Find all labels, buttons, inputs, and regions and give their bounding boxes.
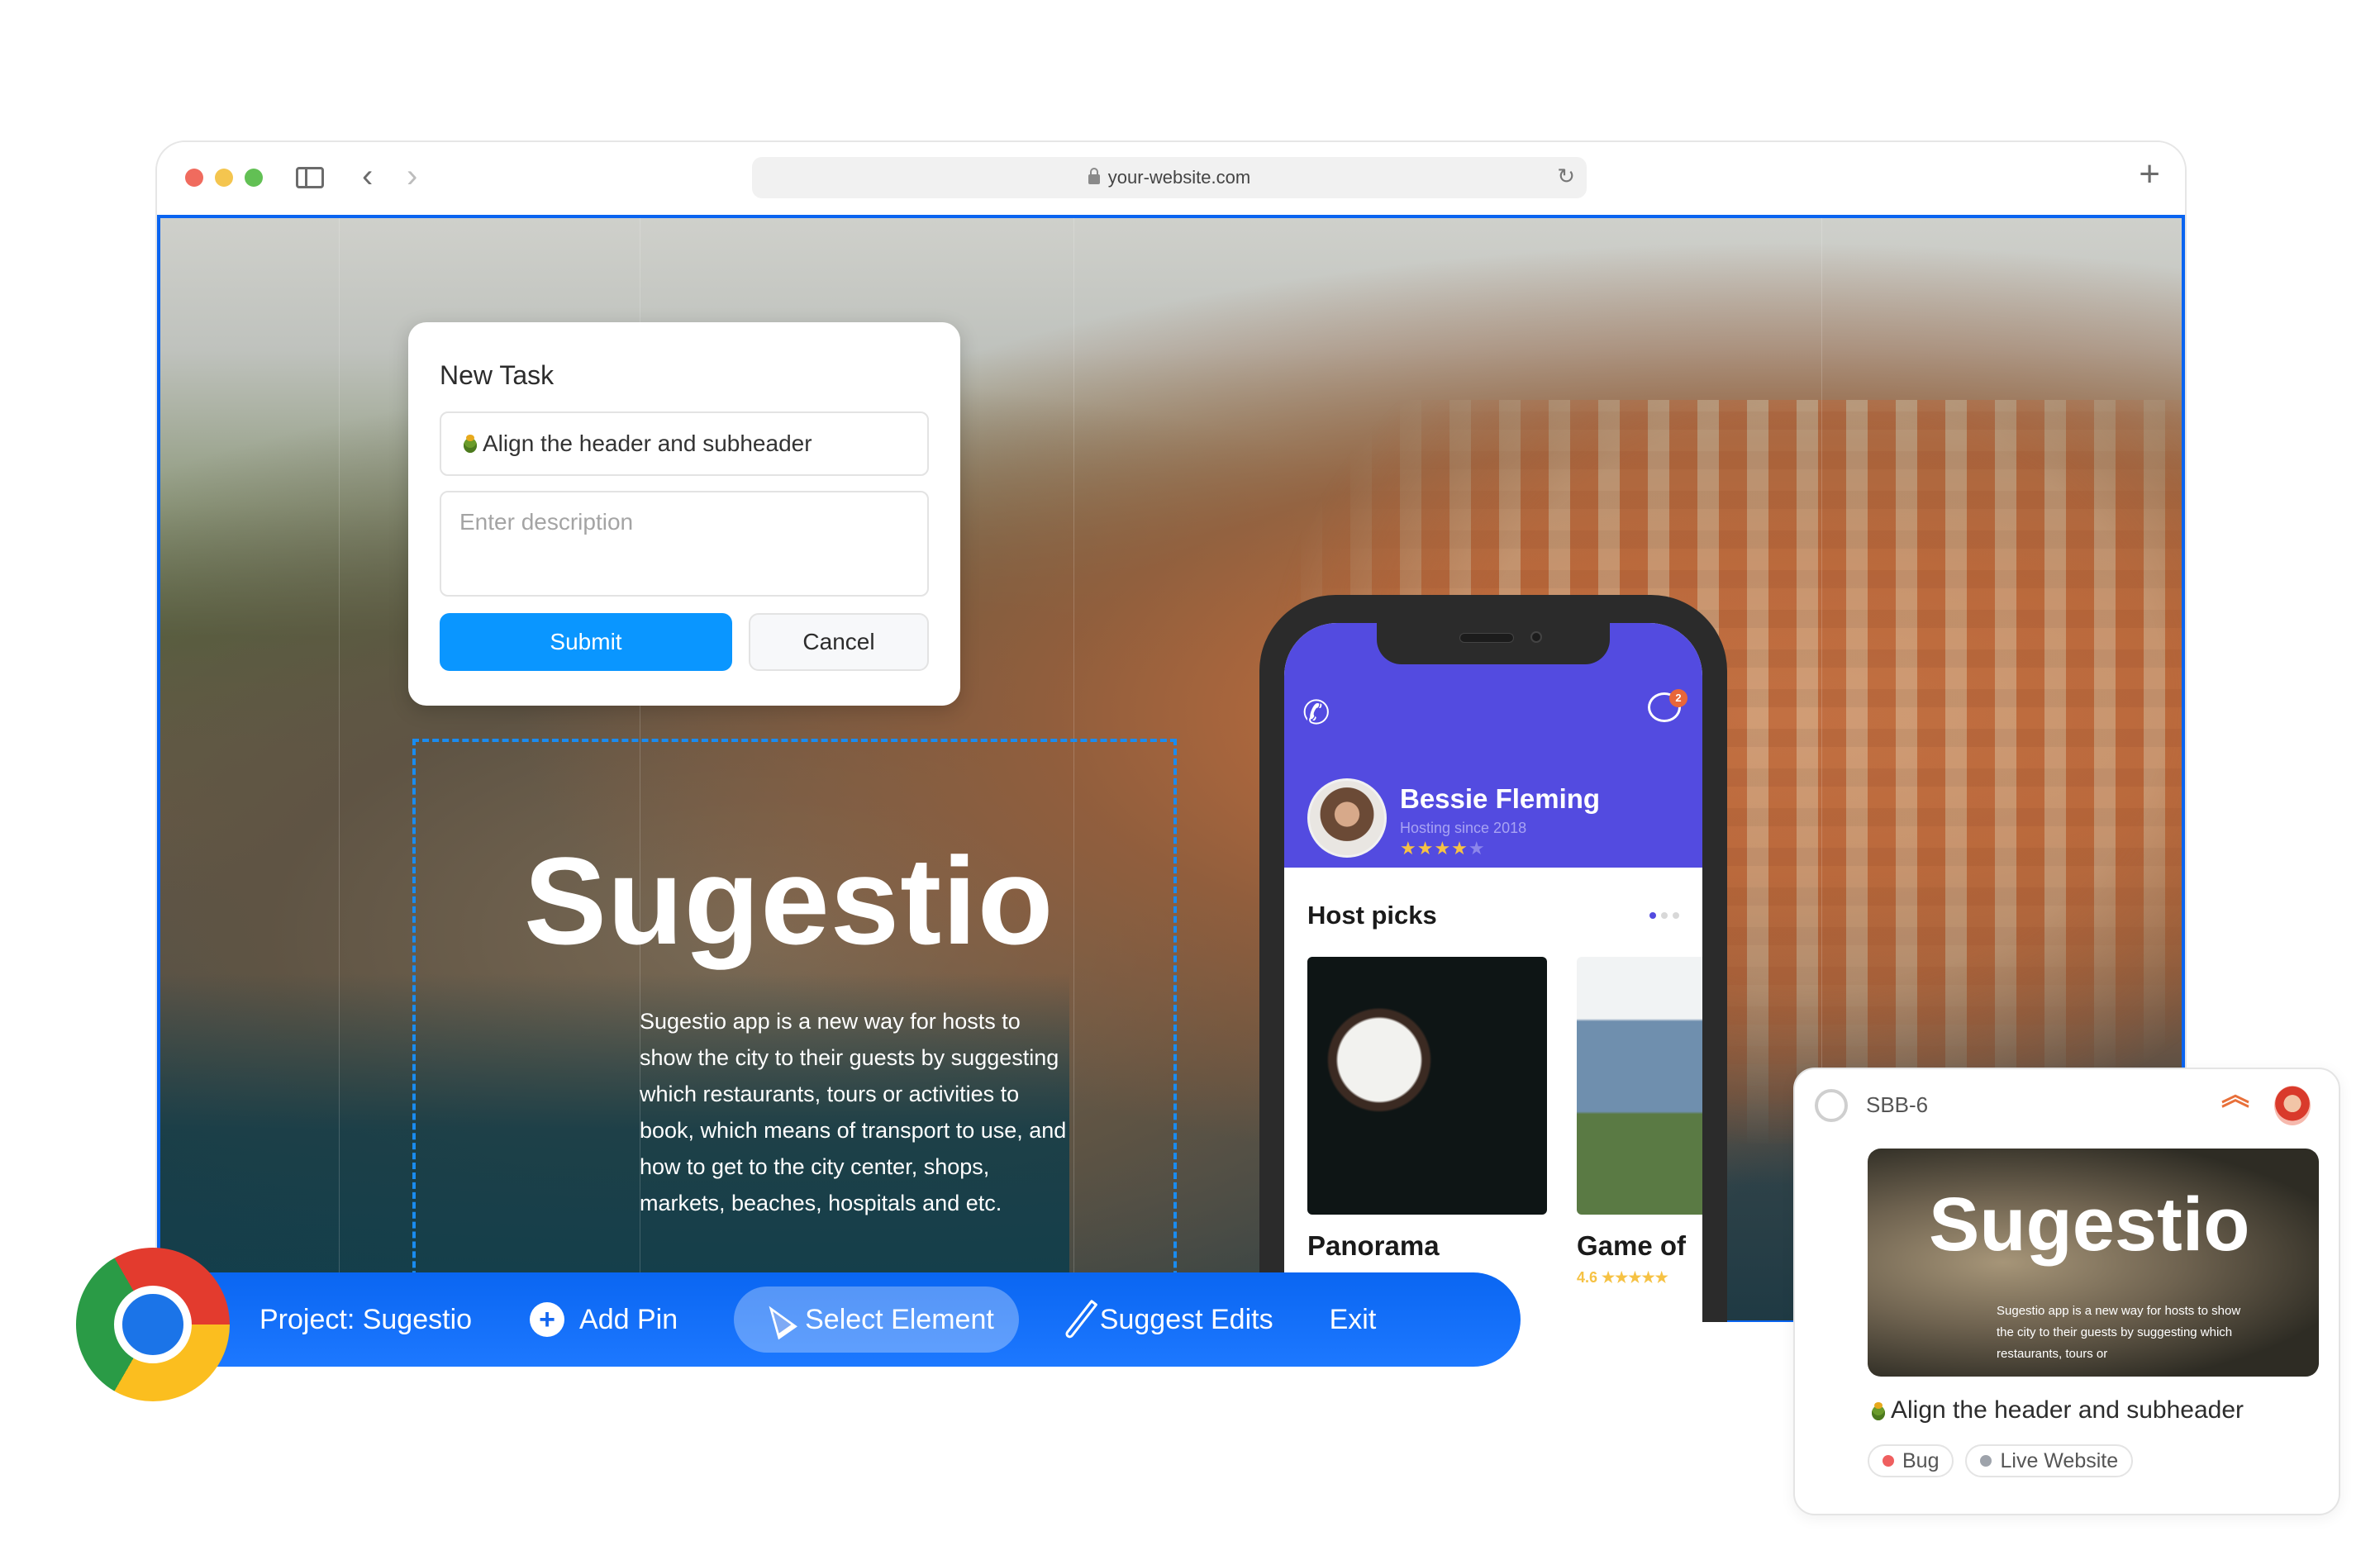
select-element-label: Select Element [805,1303,994,1335]
close-window-button[interactable] [185,169,203,187]
pick-image-restaurant[interactable] [1307,957,1547,1215]
project-name: Project: Sugestio [259,1303,473,1335]
sidebar-toggle-icon[interactable] [296,167,324,188]
chevron-right-icon[interactable]: › [407,155,417,197]
tag-color-dot [1883,1455,1894,1467]
task-description-input[interactable] [440,491,929,597]
lock-icon [1088,168,1100,184]
pagination-dot[interactable] [1673,912,1679,919]
tag-label: Bug [1902,1448,1940,1472]
pick-title[interactable]: Panorama [1307,1230,1440,1262]
host-picks-title: Host picks [1307,901,1437,930]
pick-rating: 4.6 ★★★★★ [1577,1269,1668,1287]
carousel-pagination[interactable] [1649,912,1679,919]
chrome-logo-icon [76,1248,230,1401]
tag-color-dot [1980,1455,1992,1467]
reload-icon[interactable]: ↻ [1557,164,1575,189]
project-label[interactable]: Project: Sugestio [259,1304,472,1336]
tag-bug[interactable]: Bug [1868,1444,1954,1477]
star-icon: ★★★★★ [1602,1269,1668,1286]
submit-button[interactable]: Submit [440,613,732,671]
exit-label: Exit [1329,1303,1377,1335]
task-card[interactable]: SBB-6 ︽ Sugestio Sugestio app is a new w… [1793,1068,2340,1515]
exit-button[interactable]: Exit [1330,1304,1377,1336]
address-bar[interactable]: your-website.com ↻ [752,157,1587,198]
thumbnail-title: Sugestio [1929,1182,2250,1267]
new-tab-button[interactable]: + [2139,154,2160,195]
host-rating: ★★★★★ [1400,838,1486,859]
plus-circle-icon: + [530,1302,565,1337]
task-name-value: Align the header and subheader [483,430,812,456]
priority-high-icon: ︽ [2221,1080,2249,1111]
camera-icon [1530,631,1542,643]
hero-description: Sugestio app is a new way for hosts to s… [640,1009,1067,1215]
browser-toolbar: ‹ › your-website.com ↻ + [157,142,2185,216]
extension-toolbar: Project: Sugestio + Add Pin Select Eleme… [190,1272,1521,1367]
phone-mockup: ✆ 2 Bessie Fleming Hosting since 2018 ★★… [1259,595,1727,1322]
tag-label: Live Website [2000,1448,2119,1472]
pick-title[interactable]: Game of [1577,1230,1686,1262]
cursor-arrow-icon [759,1299,798,1340]
host-name: Bessie Fleming [1400,783,1601,814]
task-title-text: Align the header and subheader [1891,1396,2244,1424]
phone-notch [1377,623,1610,664]
suggest-edits-label: Suggest Edits [1099,1303,1273,1335]
status-checkbox[interactable] [1815,1089,1848,1122]
pick-image-coast[interactable] [1577,957,1702,1215]
message-count-badge: 2 [1669,689,1687,707]
select-element-button[interactable]: Select Element [734,1287,1019,1353]
task-name-input[interactable]: Align the header and subheader [440,411,929,476]
phone-icon[interactable]: ✆ [1302,694,1330,732]
add-pin-button[interactable]: + Add Pin [530,1302,678,1337]
task-id: SBB-6 [1866,1092,1929,1117]
bug-icon [1868,1401,1889,1422]
task-title: Align the header and subheader [1868,1396,2244,1424]
star-icon-empty: ★ [1468,838,1486,858]
phone-screen: ✆ 2 Bessie Fleming Hosting since 2018 ★★… [1284,623,1702,1322]
add-pin-label: Add Pin [579,1303,678,1335]
suggest-edits-button[interactable]: Suggest Edits [1064,1297,1273,1342]
layout-guide [339,218,340,1320]
pagination-dot-active[interactable] [1649,912,1656,919]
bug-icon [459,433,481,454]
pencil-icon [1064,1299,1098,1340]
url-text: your-website.com [1107,167,1251,188]
task-screenshot-thumbnail[interactable]: Sugestio Sugestio app is a new way for h… [1868,1149,2319,1377]
minimize-window-button[interactable] [215,169,233,187]
new-task-dialog: New Task Align the header and subheader … [408,322,960,706]
thumbnail-description: Sugestio app is a new way for hosts to s… [1997,1304,2241,1361]
pagination-dot[interactable] [1661,912,1668,919]
tag-live-website[interactable]: Live Website [1965,1444,2134,1477]
host-since: Hosting since 2018 [1400,820,1527,836]
rating-value: 4.6 [1577,1269,1598,1286]
dialog-title: New Task [440,360,555,390]
host-avatar [1307,778,1387,858]
hero-title: Sugestio [524,831,1054,970]
cancel-button[interactable]: Cancel [749,613,929,671]
assignee-avatar[interactable] [2274,1086,2311,1125]
maximize-window-button[interactable] [245,169,263,187]
chevron-left-icon[interactable]: ‹ [362,155,373,197]
task-tags: Bug Live Website [1868,1444,2134,1477]
speaker-icon [1459,633,1514,643]
star-icon-filled: ★★★★ [1400,838,1468,858]
